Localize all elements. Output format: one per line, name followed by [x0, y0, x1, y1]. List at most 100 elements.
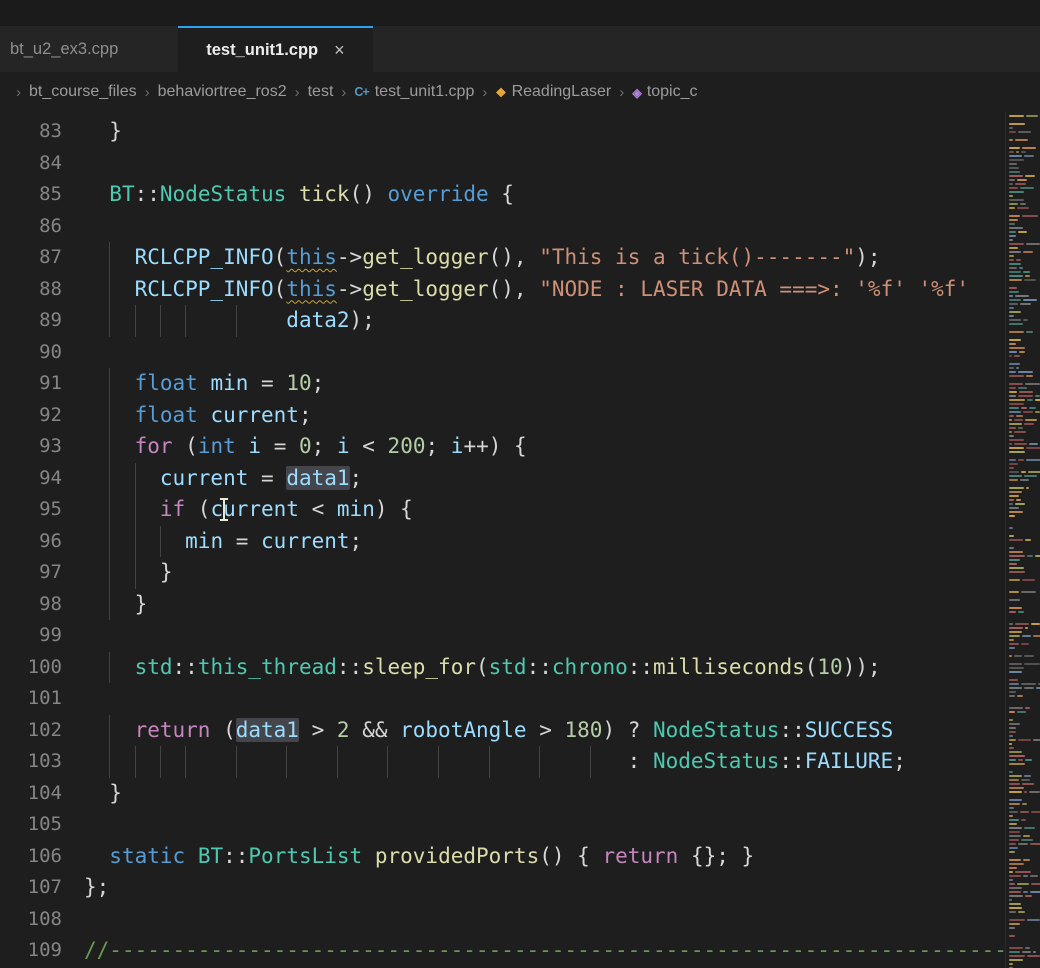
breadcrumb-item[interactable]: test [308, 83, 334, 101]
tab-bt-u2-ex3[interactable]: bt_u2_ex3.cpp [0, 26, 178, 72]
code-line[interactable]: 99 [0, 620, 1005, 652]
line-number[interactable]: 103 [0, 746, 62, 778]
breadcrumb-item[interactable]: ◈topic_c [632, 83, 697, 101]
code-line-text[interactable]: std::this_thread::sleep_for(std::chrono:… [62, 652, 1005, 684]
line-number[interactable]: 105 [0, 809, 62, 841]
code-lines[interactable]: 83 }8485 BT::NodeStatus tick() override … [0, 112, 1005, 968]
code-line[interactable]: 85 BT::NodeStatus tick() override { [0, 179, 1005, 211]
line-number[interactable]: 98 [0, 589, 62, 621]
line-number[interactable]: 101 [0, 683, 62, 715]
code-line[interactable]: 97 } [0, 557, 1005, 589]
code-line-text[interactable] [62, 211, 1005, 243]
code-line[interactable]: 103 : NodeStatus::FAILURE; [0, 746, 1005, 778]
code-line[interactable]: 98 } [0, 589, 1005, 621]
code-line[interactable]: 100 std::this_thread::sleep_for(std::chr… [0, 652, 1005, 684]
tab-test-unit1[interactable]: test_unit1.cpp × [178, 26, 372, 72]
line-number[interactable]: 109 [0, 935, 62, 967]
code-line[interactable]: 91 float min = 10; [0, 368, 1005, 400]
code-line-text[interactable]: BT::NodeStatus tick() override { [62, 179, 1005, 211]
code-line-text[interactable]: float min = 10; [62, 368, 1005, 400]
code-line[interactable]: 84 [0, 148, 1005, 180]
code-line[interactable]: 88 RCLCPP_INFO(this->get_logger(), "NODE… [0, 274, 1005, 306]
code-line-text[interactable] [62, 337, 1005, 369]
code-token: min [185, 529, 223, 553]
code-line-text[interactable]: current = data1; [62, 463, 1005, 495]
line-number[interactable]: 96 [0, 526, 62, 558]
line-number[interactable]: 94 [0, 463, 62, 495]
code-line[interactable]: 83 } [0, 116, 1005, 148]
line-number[interactable]: 90 [0, 337, 62, 369]
breadcrumb-item[interactable]: behaviortree_ros2 [158, 83, 287, 101]
code-line-text[interactable]: for (int i = 0; i < 200; i++) { [62, 431, 1005, 463]
code-line-text[interactable]: }; [62, 872, 1005, 904]
code-line-text[interactable] [62, 809, 1005, 841]
code-line[interactable]: 89 data2); [0, 305, 1005, 337]
line-number[interactable]: 99 [0, 620, 62, 652]
code-line-text[interactable] [62, 904, 1005, 936]
code-token: sleep_for [362, 655, 476, 679]
line-number[interactable]: 102 [0, 715, 62, 747]
line-number[interactable]: 88 [0, 274, 62, 306]
minimap-row [1006, 575, 1040, 577]
code-line[interactable]: 104 } [0, 778, 1005, 810]
code-line-text[interactable]: RCLCPP_INFO(this->get_logger(), "NODE : … [62, 274, 1005, 306]
minimap-row [1006, 251, 1040, 253]
code-line[interactable]: 106 static BT::PortsList providedPorts()… [0, 841, 1005, 873]
code-line-text[interactable]: } [62, 589, 1005, 621]
code-line-text[interactable]: data2); [62, 305, 1005, 337]
code-line[interactable]: 108 [0, 904, 1005, 936]
tab-close-icon[interactable]: × [334, 40, 345, 61]
code-line[interactable]: 86 [0, 211, 1005, 243]
code-line[interactable]: 95 if (current < min) { [0, 494, 1005, 526]
breadcrumb-item[interactable]: C+test_unit1.cpp [354, 83, 474, 101]
editor-pane[interactable]: 83 }8485 BT::NodeStatus tick() override … [0, 112, 1040, 968]
code-line-text[interactable]: if (current < min) { [62, 494, 1005, 526]
indent-guide [539, 746, 540, 778]
line-number[interactable]: 107 [0, 872, 62, 904]
line-number[interactable]: 91 [0, 368, 62, 400]
code-line-text[interactable]: } [62, 557, 1005, 589]
code-line[interactable]: 107}; [0, 872, 1005, 904]
code-line[interactable]: 94 current = data1; [0, 463, 1005, 495]
line-number[interactable]: 86 [0, 211, 62, 243]
code-line-text[interactable]: : NodeStatus::FAILURE; [62, 746, 1005, 778]
code-line[interactable]: 105 [0, 809, 1005, 841]
code-line[interactable]: 109//-----------------------------------… [0, 935, 1005, 967]
line-number[interactable]: 89 [0, 305, 62, 337]
line-number[interactable]: 84 [0, 148, 62, 180]
line-number[interactable]: 95 [0, 494, 62, 526]
breadcrumb-item[interactable]: bt_course_files [29, 83, 137, 101]
code-line-text[interactable]: RCLCPP_INFO(this->get_logger(), "This is… [62, 242, 1005, 274]
code-line-text[interactable] [62, 683, 1005, 715]
code-line[interactable]: 96 min = current; [0, 526, 1005, 558]
line-number[interactable]: 92 [0, 400, 62, 432]
code-line-text[interactable] [62, 620, 1005, 652]
code-line-text[interactable]: return (data1 > 2 && robotAngle > 180) ?… [62, 715, 1005, 747]
minimap-row [1006, 495, 1040, 497]
code-line-text[interactable]: min = current; [62, 526, 1005, 558]
code-line[interactable]: 87 RCLCPP_INFO(this->get_logger(), "This… [0, 242, 1005, 274]
code-line-text[interactable]: } [62, 778, 1005, 810]
code-line-text[interactable]: } [62, 116, 1005, 148]
line-number[interactable]: 104 [0, 778, 62, 810]
line-number[interactable]: 106 [0, 841, 62, 873]
line-number[interactable]: 93 [0, 431, 62, 463]
code-line-text[interactable]: static BT::PortsList providedPorts() { r… [62, 841, 1005, 873]
code-line-text[interactable]: float current; [62, 400, 1005, 432]
line-number[interactable]: 83 [0, 116, 62, 148]
code-line[interactable]: 90 [0, 337, 1005, 369]
line-number[interactable]: 97 [0, 557, 62, 589]
code-line[interactable]: 92 float current; [0, 400, 1005, 432]
line-number[interactable]: 100 [0, 652, 62, 684]
code-line-text[interactable]: //--------------------------------------… [62, 935, 1005, 967]
code-line[interactable]: 101 [0, 683, 1005, 715]
minimap[interactable] [1005, 112, 1040, 968]
line-number[interactable]: 108 [0, 904, 62, 936]
line-number[interactable]: 87 [0, 242, 62, 274]
line-number[interactable]: 85 [0, 179, 62, 211]
code-line-text[interactable] [62, 148, 1005, 180]
code-token: ); [350, 308, 375, 332]
breadcrumb-item[interactable]: ❖ReadingLaser [495, 83, 611, 101]
code-line[interactable]: 102 return (data1 > 2 && robotAngle > 18… [0, 715, 1005, 747]
code-line[interactable]: 93 for (int i = 0; i < 200; i++) { [0, 431, 1005, 463]
